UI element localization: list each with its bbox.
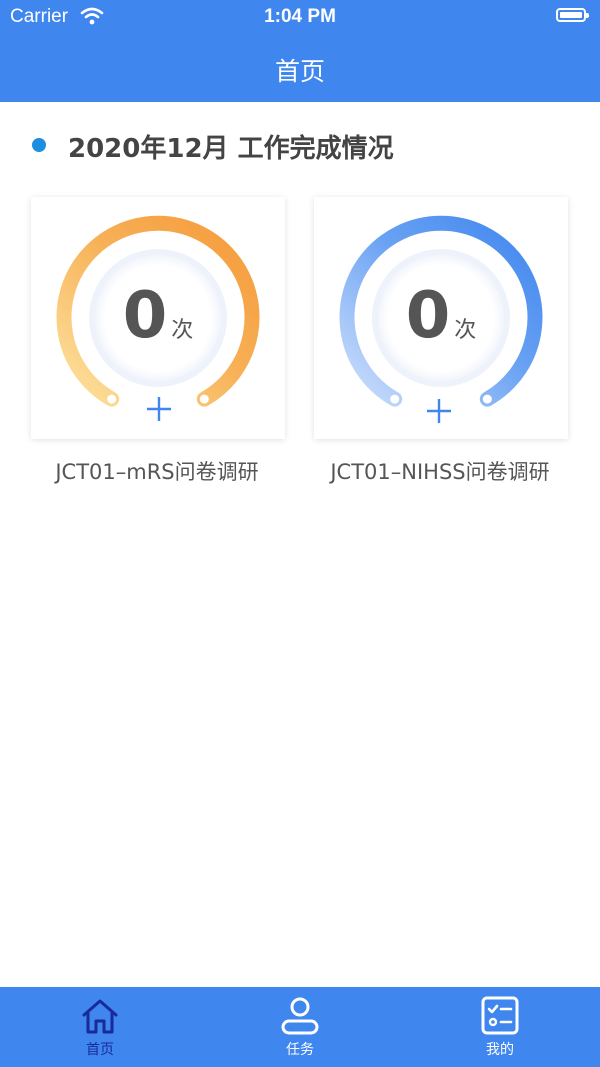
battery-icon — [556, 8, 589, 22]
clock: 1:04 PM — [264, 6, 336, 27]
survey-label-mrs[interactable]: JCT01–mRS问卷调研 — [17, 456, 297, 486]
survey-label-nihss[interactable]: JCT01–NIHSS问卷调研 — [300, 456, 580, 486]
status-bar: Carrier 1:04 PM — [0, 0, 600, 34]
count-value: 0 — [122, 279, 168, 353]
page-title: 首页 — [274, 57, 325, 86]
tab-label: 任务 — [286, 1042, 314, 1058]
tab-label: 我的 — [486, 1042, 514, 1058]
home-icon — [82, 999, 118, 1034]
count-unit: 次 — [454, 318, 477, 343]
section-dot — [32, 138, 46, 152]
tab-label: 首页 — [86, 1042, 114, 1058]
count-display: 0次 — [31, 279, 285, 353]
user-icon — [281, 997, 319, 1035]
tab-home[interactable]: 首页 — [40, 987, 160, 1067]
app-header: Carrier 1:04 PM 首页 — [0, 0, 600, 102]
count-display: 0次 — [314, 279, 568, 353]
survey-card-nihss[interactable]: 0次 — [314, 197, 568, 439]
section-title: 2020年12月 工作完成情况 — [68, 134, 394, 164]
count-unit: 次 — [171, 318, 194, 343]
tab-mine[interactable]: 我的 — [440, 987, 560, 1067]
plus-icon[interactable] — [427, 399, 451, 423]
survey-card-mrs[interactable]: 0次 — [31, 197, 285, 439]
checklist-icon — [481, 996, 519, 1035]
plus-icon[interactable] — [147, 397, 171, 421]
tab-tasks[interactable]: 任务 — [240, 987, 360, 1067]
count-value: 0 — [405, 279, 451, 353]
tab-bar: 首页 任务 我的 — [0, 987, 600, 1067]
